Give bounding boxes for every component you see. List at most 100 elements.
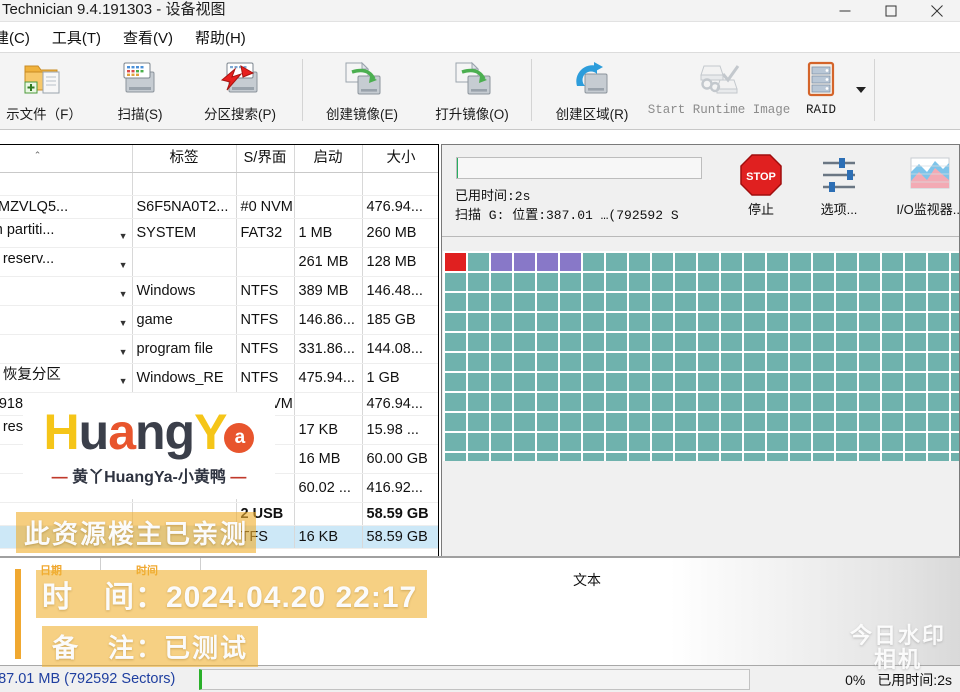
sector-cell [882,253,903,271]
sector-cell [721,433,742,451]
row-dropdown-icon[interactable]: ▼ [119,225,128,247]
sector-map[interactable] [443,251,959,461]
sector-cell [859,273,880,291]
cell-fs: #1 NVME, SSD [236,392,295,416]
sector-cell [606,453,627,461]
stop-button[interactable]: STOP 停止 [722,151,800,218]
toolbar-create-region-button[interactable]: 创建区域(R) [536,53,648,127]
sector-cell [928,333,949,351]
sector-cell [951,333,959,351]
table-row[interactable]: 算机 [0,172,438,196]
sector-cell [928,393,949,411]
sector-cell [859,333,880,351]
sector-cell [928,273,949,291]
toolbar-partition-search-button[interactable]: 分区搜索(P) [182,53,298,127]
sector-cell [744,393,765,411]
menu-item-tools[interactable]: 工具(T) [52,24,111,51]
sector-cell [951,353,959,371]
column-header-device[interactable]: ⌃ 备/磁盘 [0,145,133,173]
sector-cell [836,373,857,391]
sector-cell [468,433,489,451]
sector-cell [583,433,604,451]
toolbar-create-image-button[interactable]: 创建镜像(E) [307,53,417,127]
sector-cell [698,273,719,291]
table-row[interactable]: :▼ Windows NTFS 389 MB 146.48... [0,276,438,306]
table-row[interactable]: MSUNG MZVLQ5... S6F5NA0T2... #0 NVME, SS… [0,195,438,219]
close-icon [931,5,943,17]
toolbar-open-file-button[interactable]: 示文件（F） [0,53,98,127]
maximize-button[interactable] [868,0,914,22]
menu-item-help[interactable]: 帮助(H) [195,24,256,51]
toolbar-open-image-button[interactable]: 打升镜像(O) [417,53,527,127]
sector-cell [767,293,788,311]
cell-size: 476.94... [362,195,438,219]
sector-cell [537,313,558,331]
cell-size: 1 GB [362,363,438,393]
table-row[interactable]: ▼ program file NTFS 331.86... 144.08... [0,334,438,364]
table-row[interactable]: GB SSD 9189 NEL405W0... #1 NVME, SSD 476… [0,392,438,416]
bottom-text-panel[interactable]: 文本 [0,556,960,672]
options-button[interactable]: 选项... [800,151,878,218]
sector-cell [491,413,512,431]
row-dropdown-icon[interactable]: ▼ [119,451,128,473]
sector-cell [583,413,604,431]
table-row[interactable]: FI system partiti...▼ SYSTEM FAT32 1 MB … [0,218,438,248]
table-row[interactable]: Microsoft reserv... ▼ 17 KB 15.98 ... [0,415,438,445]
close-button[interactable] [914,0,960,22]
toolbar-create-region-label: 创建区域(R) [555,107,629,122]
sector-cell [882,373,903,391]
sector-cell [629,433,650,451]
column-header-label[interactable]: 标签 [132,145,237,173]
toolbar-scan-button[interactable]: 扫描(S) [98,53,182,127]
column-header-start[interactable]: 启动 [294,145,363,173]
sector-cell [514,393,535,411]
table-row[interactable]: :▼ game NTFS 146.86... 185 GB [0,305,438,335]
table-row[interactable]: Microsoft reserv... ▼ 261 MB 128 MB [0,247,438,277]
row-dropdown-icon[interactable]: ▼ [119,480,128,502]
sector-cell [629,293,650,311]
options-sliders-icon [817,151,861,199]
toolbar-raid-button[interactable]: RAID [790,53,852,127]
cell-device: 算机 [0,172,133,196]
row-dropdown-icon[interactable]: ▼ [119,312,128,334]
toolbar-raid-dropdown[interactable] [852,53,870,127]
menu-item-new[interactable]: 建(C) [0,24,40,51]
sector-cell [790,393,811,411]
toolbar-start-runtime-image-button[interactable]: Start Runtime Image [648,53,790,127]
sector-cell [445,413,466,431]
sector-cell [698,253,719,271]
sector-cell [514,253,535,271]
cell-device: Microsoft reserv... ▼ [0,247,133,277]
column-header-size[interactable]: 大小 [362,145,438,173]
sector-cell [721,373,742,391]
sector-cell [767,453,788,461]
row-dropdown-icon[interactable]: ▼ [119,341,128,363]
row-dropdown-icon[interactable]: ▼ [119,283,128,305]
table-row[interactable]: lid 2 USB 58.59 GB [0,502,438,526]
options-button-label: 选项... [820,202,858,217]
table-row[interactable]: :▼ TFS 60.02 ... 416.92... [0,473,438,503]
table-row[interactable]: Windows 恢复分区▼ Windows_RE NTFS 475.94... … [0,363,438,393]
sector-cell [859,313,880,331]
sector-cell [698,313,719,331]
io-monitor-button[interactable]: I/O监视器... [878,151,959,218]
scan-progress-bar [456,157,702,179]
sector-cell [652,293,673,311]
table-row-selected[interactable]: : TFS 16 KB 58.59 GB [0,525,438,549]
menu-item-view[interactable]: 查看(V) [123,24,183,51]
sector-cell [813,453,834,461]
sector-cell [606,433,627,451]
sector-cell [767,333,788,351]
sector-cell [790,353,811,371]
row-dropdown-icon[interactable]: ▼ [119,370,128,392]
row-dropdown-icon[interactable]: ▼ [119,422,128,444]
sector-cell [629,393,650,411]
sector-cell [652,253,673,271]
minimize-button[interactable] [822,0,868,22]
column-header-fs[interactable]: S/界面 [236,145,295,173]
cell-device-text: Microsoft reserv... [0,419,55,435]
sector-cell [721,413,742,431]
sector-cell [675,433,696,451]
row-dropdown-icon[interactable]: ▼ [119,254,128,276]
table-row[interactable]: :▼ TFS 16 MB 60.00 GB [0,444,438,474]
